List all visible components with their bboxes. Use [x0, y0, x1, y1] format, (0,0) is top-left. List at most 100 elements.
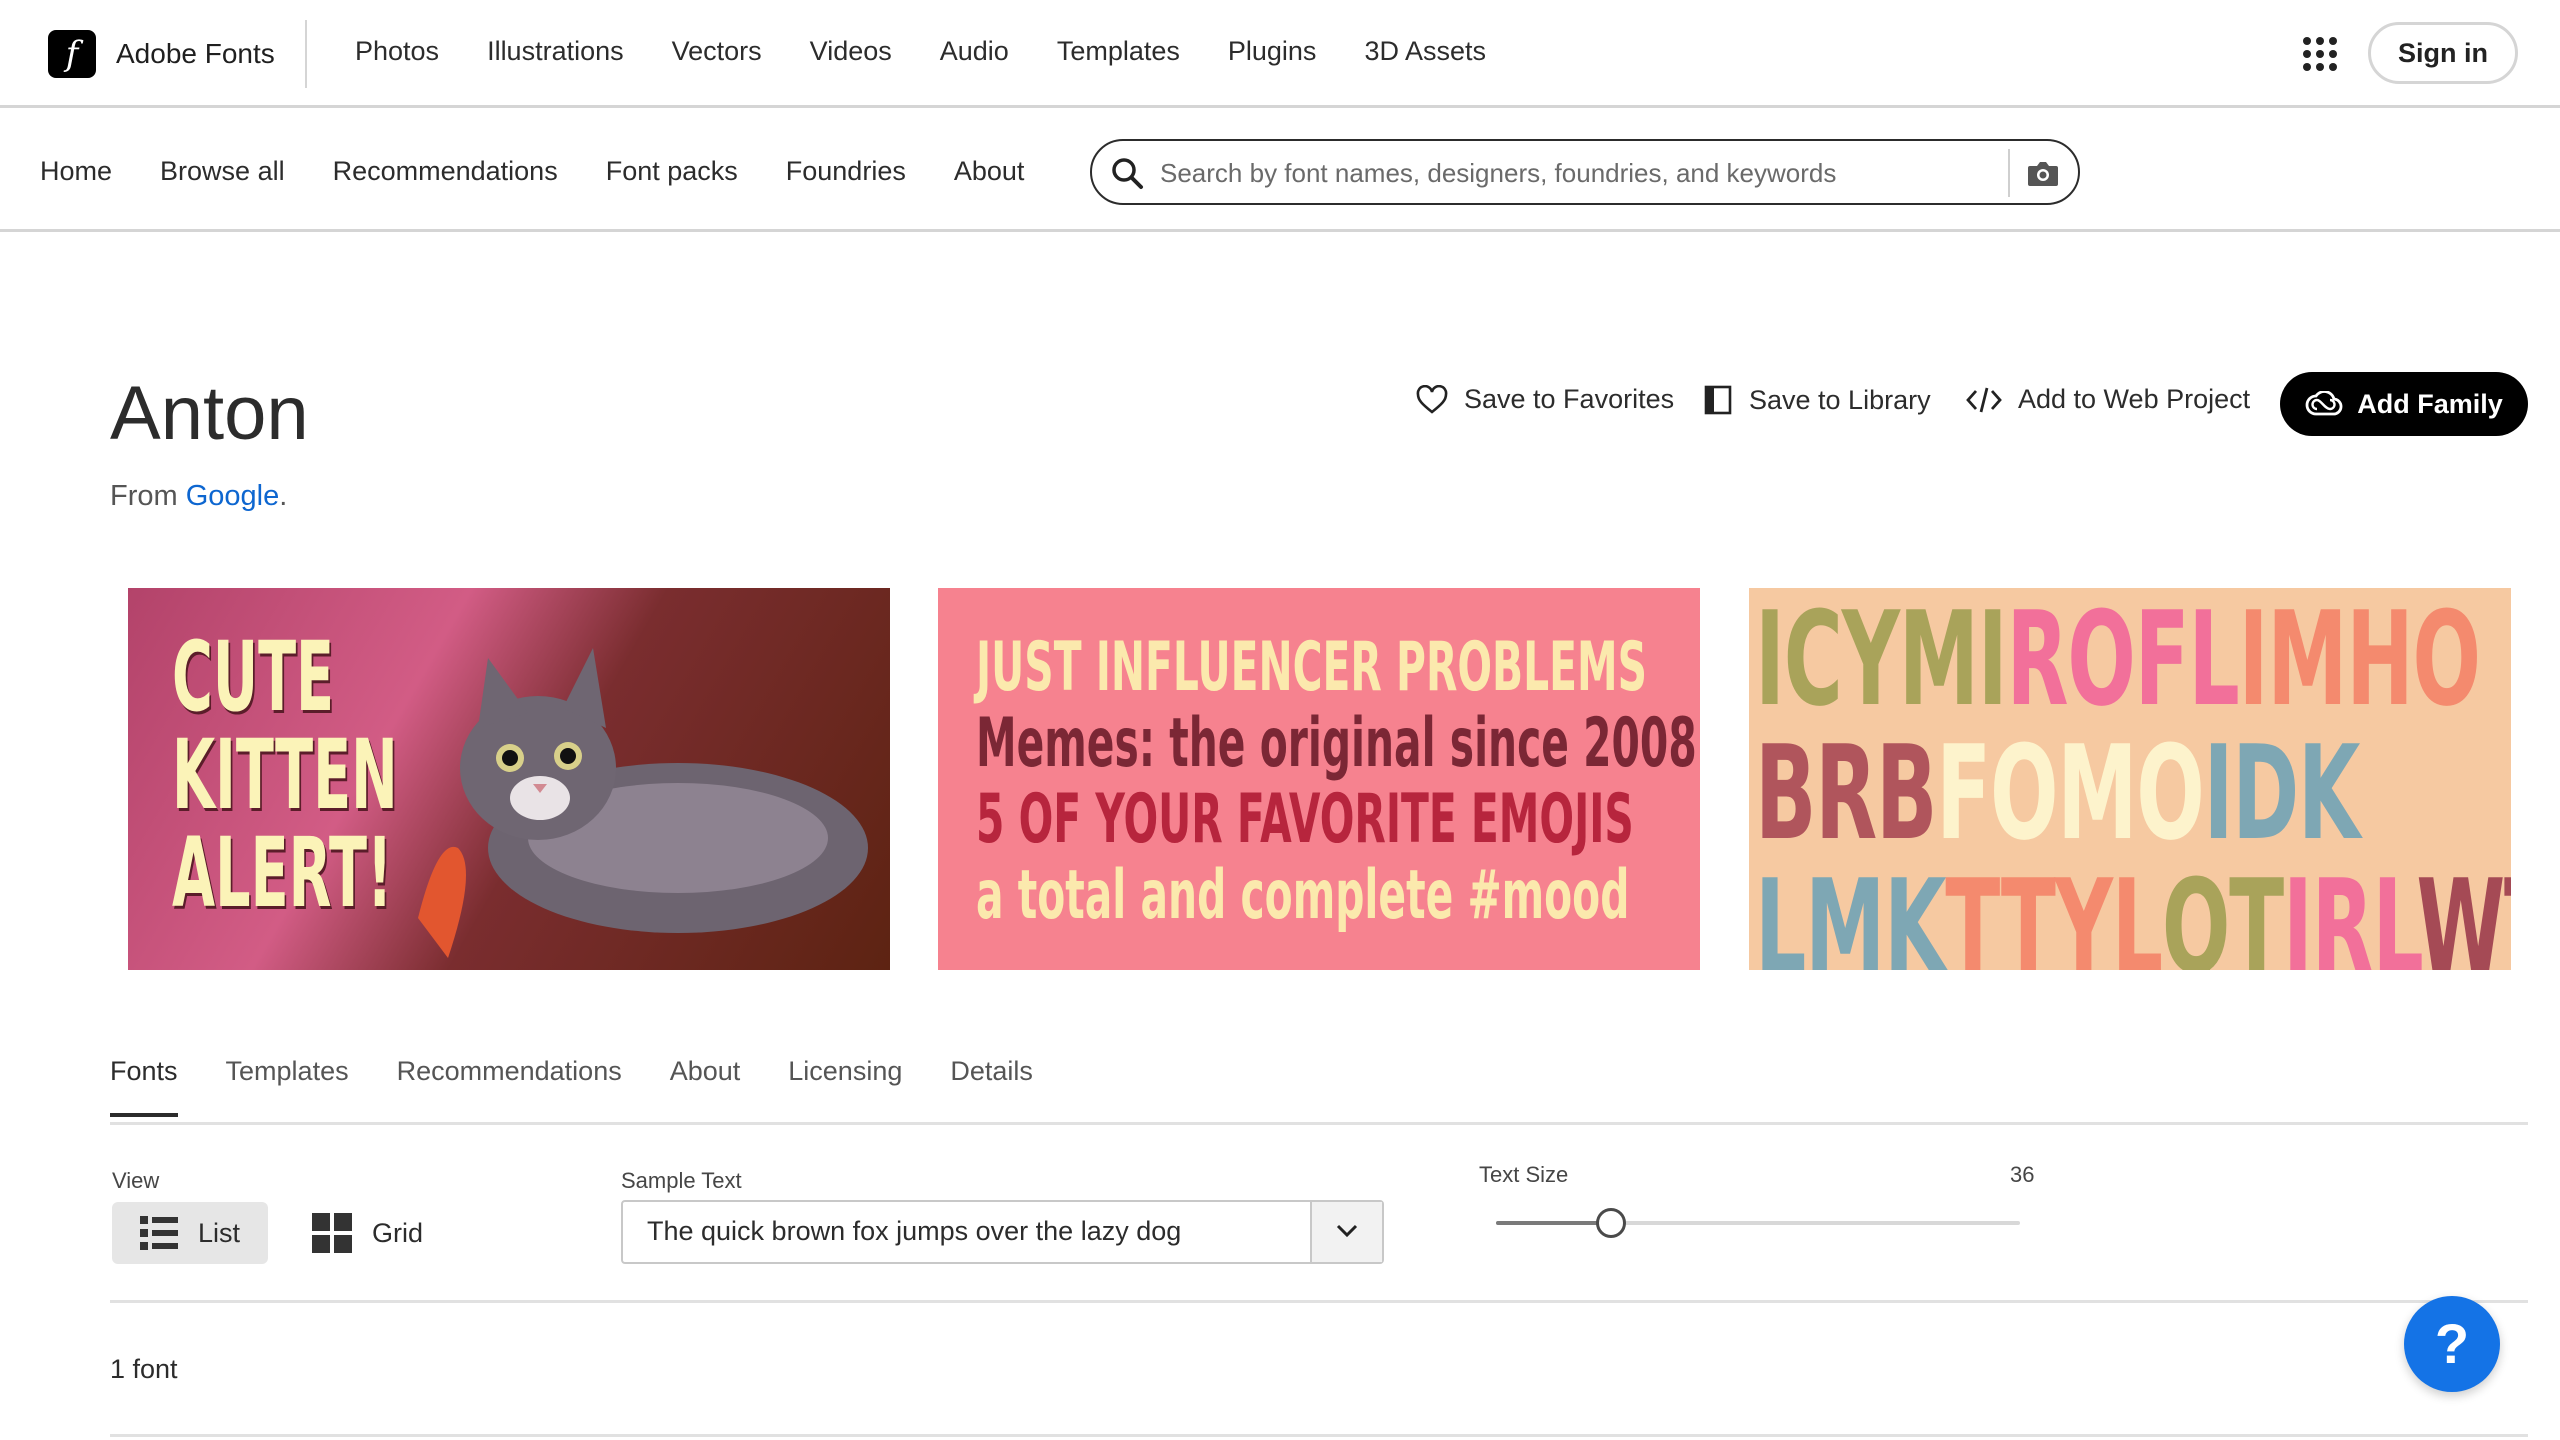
secondary-nav: Home Browse all Recommendations Font pac… [40, 156, 1072, 187]
add-to-web-project-button[interactable]: Add to Web Project [1966, 384, 2250, 415]
acronym-word: IRL [2282, 851, 2418, 970]
subnav-font-packs[interactable]: Font packs [606, 156, 738, 187]
creative-cloud-icon [2305, 391, 2343, 416]
tab-templates[interactable]: Templates [226, 1056, 349, 1117]
grid-icon [312, 1213, 352, 1253]
memes-line: 5 OF YOUR FAVORITE EMOJIS [976, 780, 1634, 859]
controls-divider [110, 1300, 2528, 1303]
subnav-recommendations[interactable]: Recommendations [333, 156, 558, 187]
acronym-grid: ICYMIROFLIMHOBRBFOMOIDKLMKTTYLQTIRLWTH [1755, 592, 2511, 970]
save-to-library-button[interactable]: Save to Library [1703, 384, 1931, 416]
topnav-vectors[interactable]: Vectors [672, 36, 762, 67]
view-grid-button[interactable]: Grid [312, 1202, 423, 1264]
subnav-browse-all[interactable]: Browse all [160, 156, 285, 187]
text-size-label: Text Size [1479, 1162, 1569, 1187]
tab-licensing[interactable]: Licensing [788, 1056, 902, 1117]
text-size-slider-handle[interactable] [1596, 1208, 1627, 1238]
text-size-slider-fill [1496, 1221, 1612, 1225]
acronym-word: ICYMI [1755, 588, 2008, 735]
kitten-headline: CUTE KITTEN ALERT! [172, 628, 398, 922]
topnav-videos[interactable]: Videos [810, 36, 892, 67]
topnav-templates[interactable]: Templates [1057, 36, 1180, 67]
web-project-label: Add to Web Project [2018, 384, 2251, 414]
acronym-word: LMK [1755, 851, 1947, 970]
from-suffix: . [279, 480, 288, 512]
acronym-word: QT [2161, 851, 2284, 970]
tab-about[interactable]: About [670, 1056, 741, 1117]
acronym-word: IMHO [2238, 588, 2481, 735]
acronym-word: TTYL [1945, 851, 2163, 970]
search-divider [2008, 149, 2010, 197]
foundry-link[interactable]: Google [186, 480, 280, 512]
acronym-word: WTH [2416, 851, 2511, 970]
library-label: Save to Library [1749, 384, 1931, 415]
sign-in-button[interactable]: Sign in [2368, 22, 2518, 84]
specimen-kitten[interactable]: CUTE KITTEN ALERT! [128, 588, 890, 970]
acronym-word: FOMO [1936, 717, 2205, 869]
specimen-acronyms[interactable]: ICYMIROFLIMHOBRBFOMOIDKLMKTTYLQTIRLWTH [1749, 588, 2511, 970]
acronym-row: BRBFOMOIDK [1755, 726, 2511, 860]
topnav-audio[interactable]: Audio [940, 36, 1009, 67]
subnav-home[interactable]: Home [40, 156, 112, 187]
memes-line: a total and complete #mood [976, 856, 1630, 935]
from-prefix: From [110, 480, 186, 512]
acronym-row: LMKTTYLQTIRLWTH [1755, 860, 2511, 970]
app-switcher-icon[interactable] [2303, 37, 2337, 71]
text-size-value: 36 [2010, 1162, 2035, 1187]
top-bar: f Adobe Fonts Photos Illustrations Vecto… [0, 0, 2560, 108]
kitten-photo [418, 648, 868, 958]
specimen-memes[interactable]: JUST INFLUENCER PROBLEMS Memes: the orig… [938, 588, 1700, 970]
library-icon [1704, 385, 1732, 415]
view-list-label: List [198, 1217, 241, 1248]
memes-text: JUST INFLUENCER PROBLEMS Memes: the orig… [976, 630, 1697, 934]
camera-icon[interactable] [2026, 159, 2060, 189]
memes-line: Memes: the original since 2008 [976, 704, 1697, 783]
kitten-line: ALERT! [172, 817, 393, 929]
adobe-fonts-logo[interactable]: f [48, 30, 96, 78]
search-icon[interactable] [1110, 156, 1144, 190]
foundry-credit: From Google. [110, 480, 287, 513]
acronym-word: IDK [2203, 717, 2361, 869]
sample-text-value: The quick brown fox jumps over the lazy … [647, 1216, 1182, 1246]
divider [305, 20, 307, 88]
subnav-about[interactable]: About [954, 156, 1025, 187]
search-input[interactable] [1158, 151, 2062, 195]
sample-text-select[interactable]: The quick brown fox jumps over the lazy … [621, 1200, 1384, 1264]
acronym-word: ROFL [2006, 588, 2240, 735]
topnav-illustrations[interactable]: Illustrations [487, 36, 624, 67]
acronym-row: ICYMIROFLIMHO [1755, 592, 2511, 726]
list-divider [110, 1434, 2528, 1437]
topnav-photos[interactable]: Photos [355, 36, 439, 67]
add-family-label: Add Family [2357, 388, 2503, 419]
memes-line: JUST INFLUENCER PROBLEMS [976, 628, 1648, 707]
topnav-plugins[interactable]: Plugins [1228, 36, 1317, 67]
font-family-title: Anton [110, 371, 309, 456]
secondary-bar: Home Browse all Recommendations Font pac… [0, 108, 2560, 232]
topnav-3d-assets[interactable]: 3D Assets [1364, 36, 1486, 67]
favorites-label: Save to Favorites [1464, 384, 1675, 414]
sample-text-label: Sample Text [621, 1168, 742, 1193]
save-to-favorites-button[interactable]: Save to Favorites [1416, 384, 1674, 415]
kitten-line: CUTE [172, 621, 335, 733]
chevron-down-icon [1336, 1224, 1358, 1238]
top-nav: Photos Illustrations Vectors Videos Audi… [355, 36, 1534, 67]
sample-text-dropdown[interactable] [1310, 1202, 1382, 1262]
list-icon [140, 1216, 178, 1250]
brand-name[interactable]: Adobe Fonts [116, 38, 275, 70]
tab-details[interactable]: Details [950, 1056, 1033, 1117]
subnav-foundries[interactable]: Foundries [786, 156, 906, 187]
acronym-word: BRB [1755, 717, 1937, 869]
font-tabs: Fonts Templates Recommendations About Li… [110, 1056, 1081, 1117]
kitten-line: KITTEN [172, 719, 398, 831]
tab-fonts[interactable]: Fonts [110, 1056, 178, 1117]
tab-recommendations[interactable]: Recommendations [397, 1056, 622, 1117]
view-list-button[interactable]: List [112, 1202, 268, 1264]
heart-icon [1416, 384, 1448, 414]
font-count: 1 font [110, 1354, 178, 1384]
add-family-button[interactable]: Add Family [2280, 372, 2528, 436]
search-box [1090, 139, 2080, 205]
tabs-divider [110, 1122, 2528, 1125]
help-button[interactable]: ? [2404, 1296, 2500, 1392]
view-label: View [112, 1168, 160, 1193]
code-icon [1966, 387, 2002, 412]
